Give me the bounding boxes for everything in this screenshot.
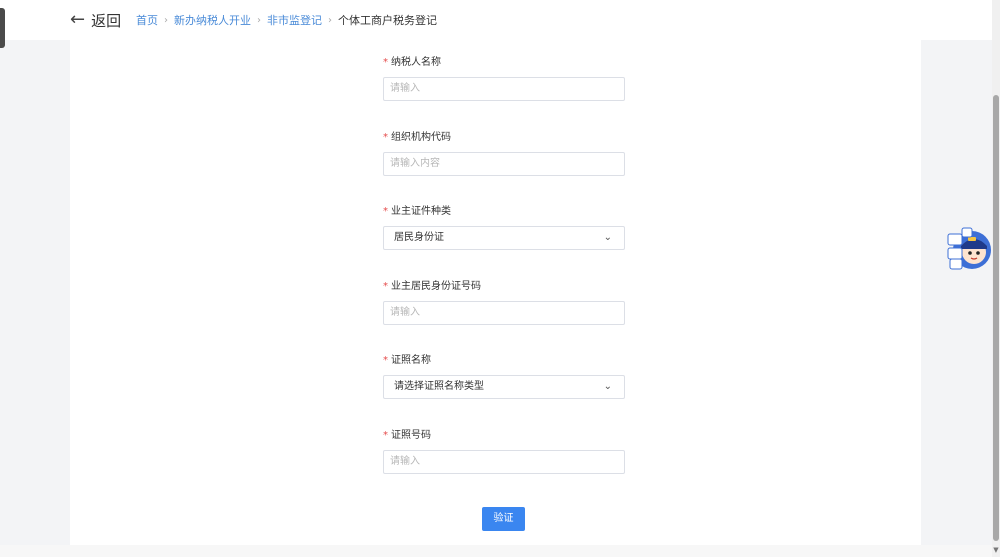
- top-bar: ← 返回 首页 › 新办纳税人开业 › 非市监登记 › 个体工商户税务登记: [0, 0, 992, 40]
- license-number-label: * 证照号码: [383, 430, 431, 441]
- back-arrow-icon: ←: [70, 9, 86, 30]
- org-code-field: * 组织机构代码 请输入内容: [383, 131, 625, 176]
- required-mark: *: [383, 57, 388, 68]
- taxpayer-name-field: * 纳税人名称 请输入: [383, 56, 625, 101]
- license-name-label: * 证照名称: [383, 355, 431, 366]
- license-number-input[interactable]: 请输入: [383, 450, 625, 474]
- owner-cert-type-value: 居民身份证: [394, 232, 444, 243]
- license-name-select[interactable]: 请选择证照名称类型 ⌄: [383, 375, 625, 399]
- back-button[interactable]: ← 返回: [70, 9, 121, 31]
- taxpayer-name-input[interactable]: 请输入: [383, 77, 625, 101]
- chevron-down-icon: ⌄: [603, 381, 612, 392]
- back-label: 返回: [91, 11, 122, 30]
- owner-cert-type-label: * 业主证件种类: [383, 206, 451, 217]
- breadcrumb-separator-icon: ›: [164, 14, 168, 26]
- breadcrumb-home[interactable]: 首页: [136, 12, 158, 28]
- bottom-bar: [0, 545, 992, 557]
- breadcrumb-new-taxpayer[interactable]: 新办纳税人开业: [174, 12, 251, 28]
- form-panel: * 纳税人名称 请输入 * 组织机构代码 请输入内容 * 业主证件种类 居民身份证 ⌄…: [70, 40, 921, 545]
- required-mark: *: [383, 430, 388, 441]
- license-name-field: * 证照名称 请选择证照名称类型 ⌄: [383, 354, 625, 399]
- owner-id-number-label: * 业主居民身份证号码: [383, 281, 481, 292]
- owner-cert-type-select[interactable]: 居民身份证 ⌄: [383, 226, 625, 250]
- scroll-down-arrow-icon[interactable]: ▼: [992, 547, 1000, 554]
- license-number-field: * 证照号码 请输入: [383, 429, 625, 474]
- required-mark: *: [383, 355, 388, 366]
- tax-mascot-icon[interactable]: [946, 226, 992, 272]
- owner-id-number-field: * 业主居民身份证号码 请输入: [383, 280, 625, 325]
- side-panel-handle[interactable]: [0, 8, 5, 48]
- scrollbar-thumb[interactable]: [993, 95, 999, 541]
- owner-cert-type-field: * 业主证件种类 居民身份证 ⌄: [383, 205, 625, 250]
- owner-id-number-input[interactable]: 请输入: [383, 301, 625, 325]
- license-name-value: 请选择证照名称类型: [394, 381, 484, 392]
- required-mark: *: [383, 132, 388, 143]
- breadcrumb-separator-icon: ›: [328, 14, 332, 26]
- breadcrumb-current: 个体工商户税务登记: [338, 14, 437, 27]
- breadcrumb-separator-icon: ›: [257, 14, 261, 26]
- scrollbar[interactable]: ▼: [992, 0, 1000, 557]
- required-mark: *: [383, 281, 388, 292]
- breadcrumb: 首页 › 新办纳税人开业 › 非市监登记 › 个体工商户税务登记: [136, 12, 437, 28]
- org-code-label: * 组织机构代码: [383, 132, 451, 143]
- breadcrumb-non-market-registration[interactable]: 非市监登记: [267, 12, 322, 28]
- org-code-input[interactable]: 请输入内容: [383, 152, 625, 176]
- verify-button[interactable]: 验证: [482, 507, 525, 531]
- taxpayer-name-label: * 纳税人名称: [383, 57, 441, 68]
- chevron-down-icon: ⌄: [603, 232, 612, 243]
- required-mark: *: [383, 206, 388, 217]
